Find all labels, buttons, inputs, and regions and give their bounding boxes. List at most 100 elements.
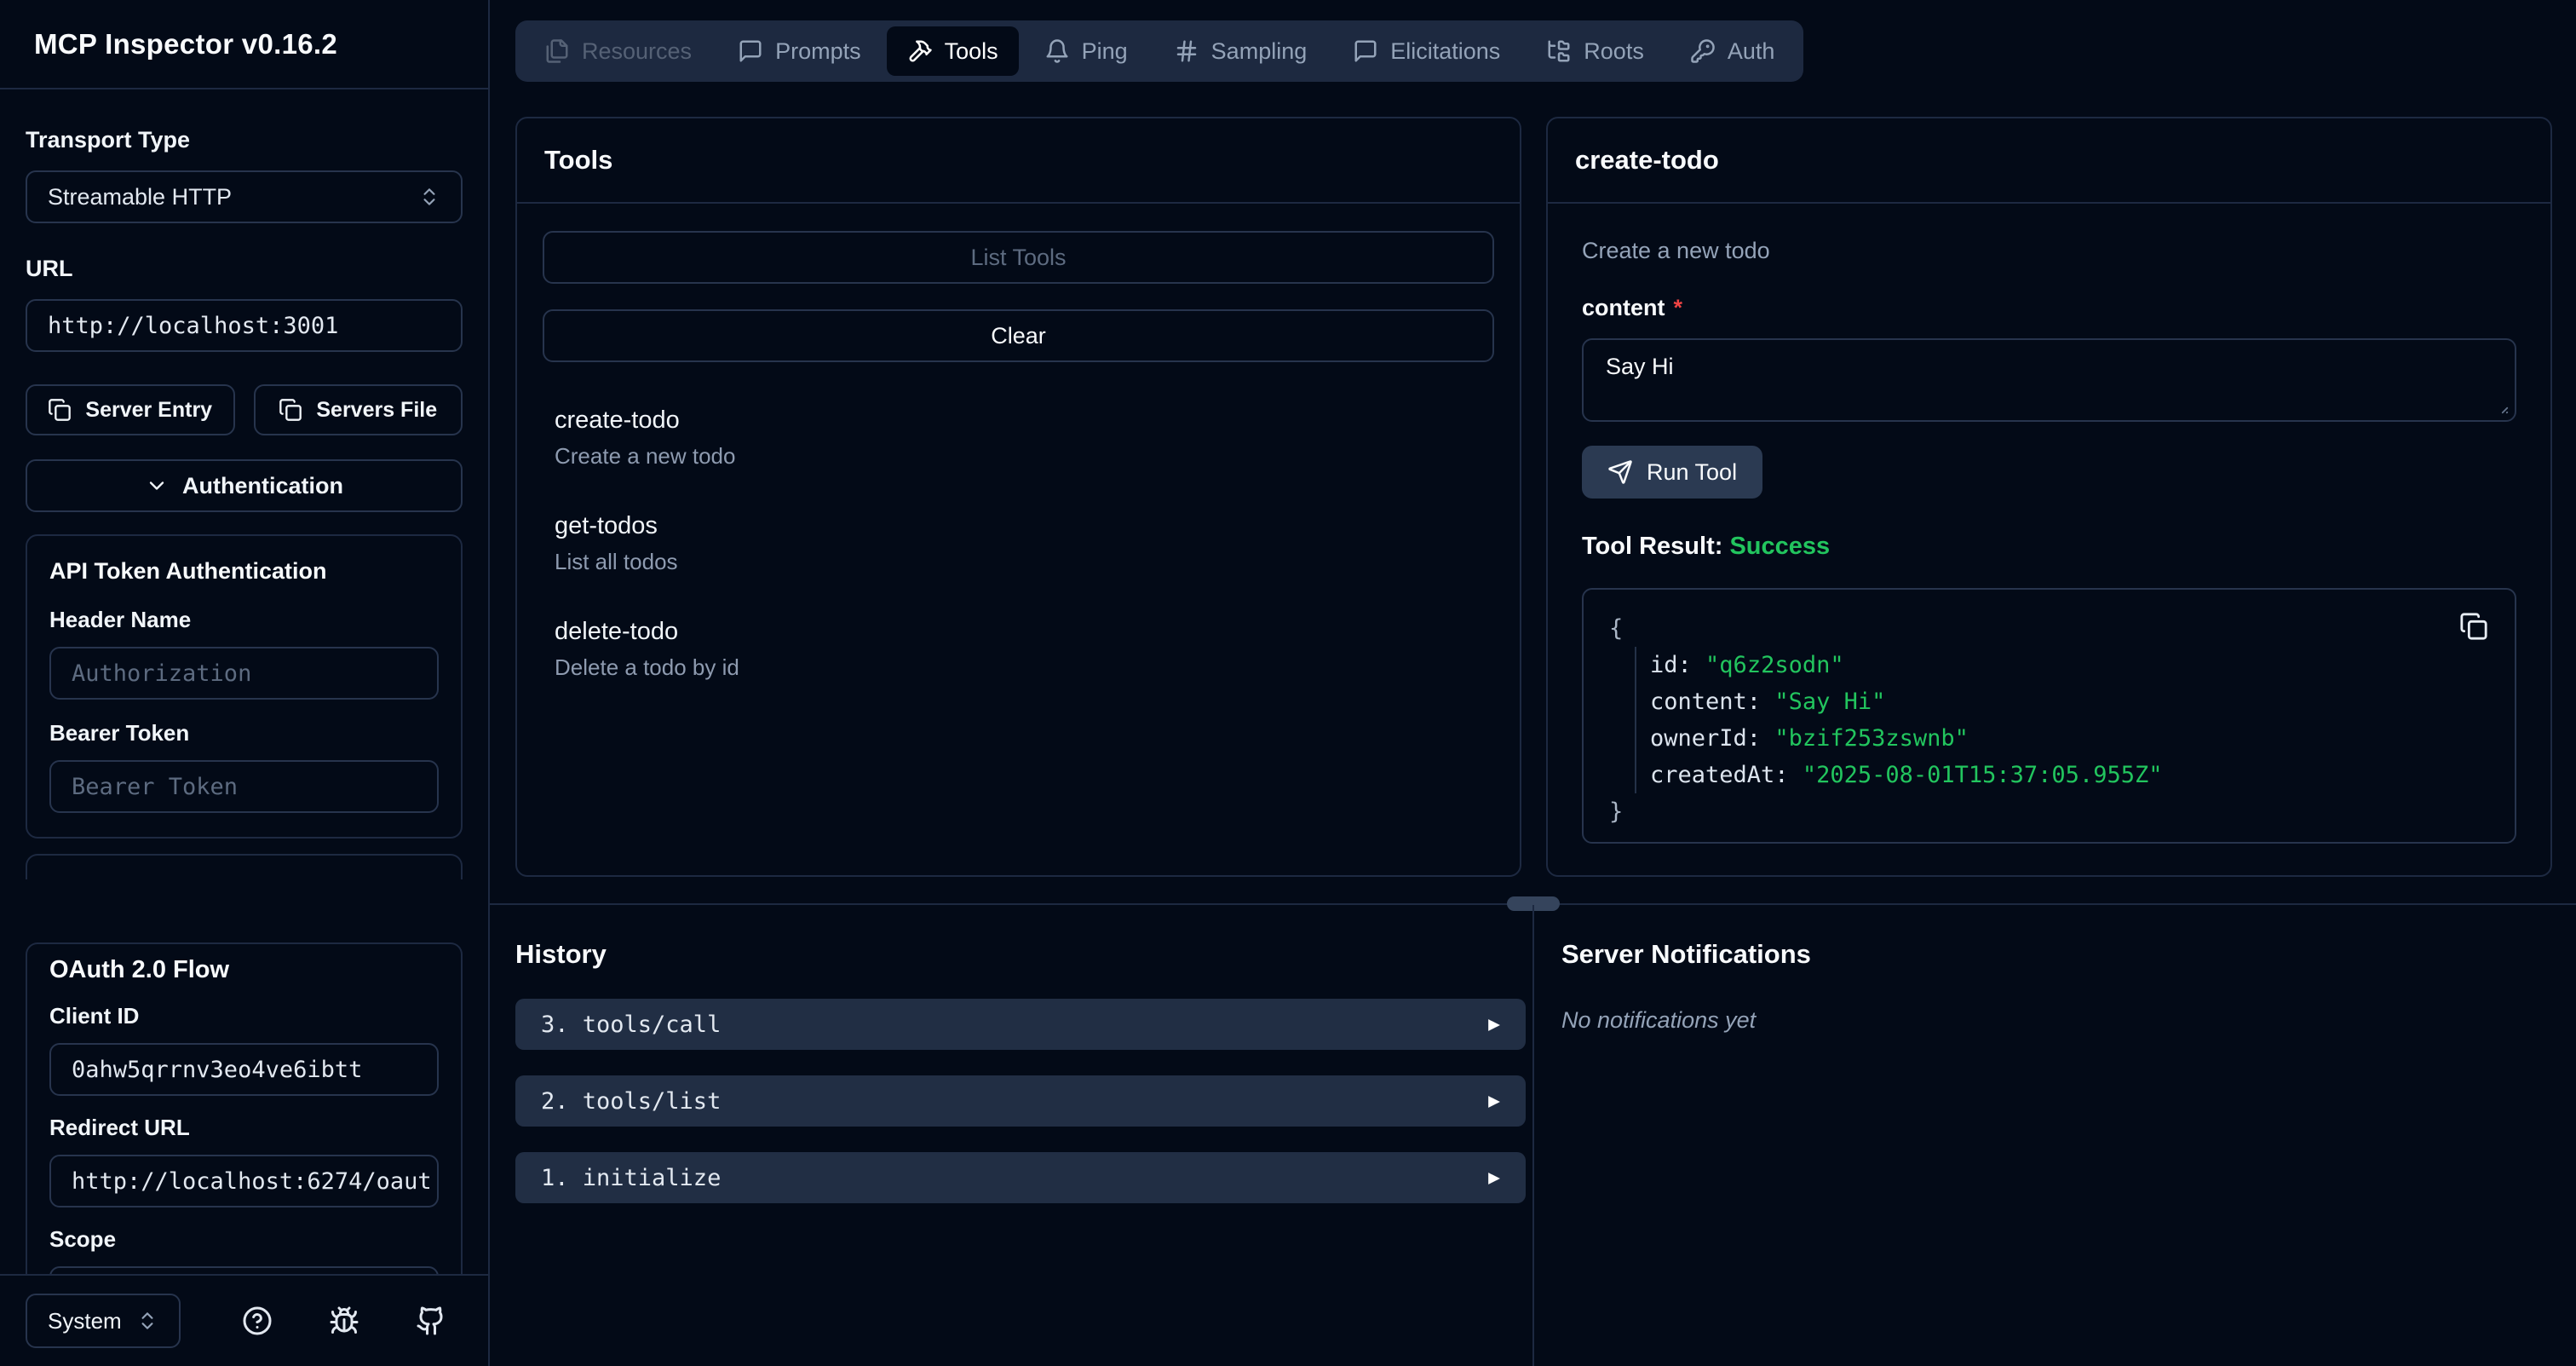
help-button[interactable] bbox=[242, 1305, 273, 1336]
json-key: content: bbox=[1650, 689, 1761, 715]
sidebar-header: MCP Inspector v0.16.2 bbox=[0, 0, 488, 89]
server-notifications-title: Server Notifications bbox=[1561, 939, 2576, 970]
tab-label: Auth bbox=[1728, 38, 1775, 65]
history-panel: History 3. tools/call ▶ 2. tools/list ▶ … bbox=[515, 905, 1526, 1203]
header-name-input[interactable] bbox=[49, 647, 439, 700]
authentication-toggle[interactable]: Authentication bbox=[26, 459, 463, 512]
json-entry: ownerId: "bzif253zswnb" bbox=[1650, 720, 2489, 757]
redirect-url-input[interactable] bbox=[49, 1155, 439, 1207]
tools-panel: Tools List Tools Clear create-todo Creat… bbox=[515, 117, 1521, 877]
theme-select[interactable]: System bbox=[26, 1294, 181, 1348]
servers-file-label: Servers File bbox=[316, 398, 437, 423]
api-token-auth-title: API Token Authentication bbox=[49, 558, 439, 585]
tab-label: Sampling bbox=[1211, 38, 1308, 65]
github-icon bbox=[416, 1305, 446, 1336]
tool-name: get-todos bbox=[555, 512, 1482, 540]
theme-select-value: System bbox=[48, 1308, 122, 1334]
sidebar-footer: System bbox=[0, 1274, 488, 1366]
authentication-toggle-label: Authentication bbox=[182, 473, 343, 499]
copy-icon bbox=[2459, 612, 2488, 641]
tab-label: Resources bbox=[582, 38, 692, 65]
json-close-brace: } bbox=[1609, 793, 2489, 830]
header-name-label: Header Name bbox=[49, 607, 439, 633]
github-button[interactable] bbox=[416, 1305, 446, 1336]
tab-bar: Resources Prompts Tools Ping Sampling El… bbox=[515, 20, 1803, 82]
history-item-initialize[interactable]: 1. initialize ▶ bbox=[515, 1152, 1526, 1203]
tab-tools[interactable]: Tools bbox=[887, 26, 1019, 76]
no-notifications-text: No notifications yet bbox=[1561, 1007, 2576, 1034]
list-tools-button[interactable]: List Tools bbox=[543, 231, 1494, 284]
copy-icon bbox=[48, 398, 72, 422]
vertical-splitter[interactable] bbox=[1532, 905, 1534, 1366]
transport-type-value: Streamable HTTP bbox=[48, 184, 232, 210]
clear-button[interactable]: Clear bbox=[543, 309, 1494, 362]
api-token-auth-card: API Token Authentication Header Name Bea… bbox=[26, 534, 463, 839]
hammer-icon bbox=[907, 38, 933, 64]
tool-result-status: Success bbox=[1729, 533, 1830, 560]
json-value: "q6z2sodn" bbox=[1705, 652, 1844, 678]
tab-auth[interactable]: Auth bbox=[1670, 26, 1796, 76]
client-id-label: Client ID bbox=[49, 1003, 439, 1029]
copy-result-button[interactable] bbox=[2457, 610, 2491, 644]
server-entry-button[interactable]: Server Entry bbox=[26, 384, 235, 435]
history-item-tools-list[interactable]: 2. tools/list ▶ bbox=[515, 1075, 1526, 1127]
tab-resources[interactable]: Resources bbox=[524, 26, 712, 76]
tab-sampling[interactable]: Sampling bbox=[1153, 26, 1328, 76]
json-value: "Say Hi" bbox=[1774, 689, 1885, 715]
scope-input[interactable] bbox=[49, 1266, 439, 1274]
history-item-tools-call[interactable]: 3. tools/call ▶ bbox=[515, 999, 1526, 1050]
expand-arrow-icon[interactable]: ▶ bbox=[1488, 1092, 1500, 1111]
tool-description: List all todos bbox=[555, 549, 1482, 575]
tool-name: delete-todo bbox=[555, 618, 1482, 646]
tab-roots[interactable]: Roots bbox=[1526, 26, 1665, 76]
server-entry-label: Server Entry bbox=[85, 398, 212, 423]
run-tool-button[interactable]: Run Tool bbox=[1582, 446, 1762, 499]
content-textarea[interactable]: Say Hi bbox=[1582, 338, 2516, 422]
server-notifications-panel: Server Notifications No notifications ye… bbox=[1561, 905, 2576, 1034]
expand-arrow-icon[interactable]: ▶ bbox=[1488, 1015, 1500, 1035]
tool-description: Create a new todo bbox=[555, 443, 1482, 470]
circle-help-icon bbox=[242, 1305, 273, 1336]
scope-label: Scope bbox=[49, 1226, 439, 1253]
sidebar-content: Transport Type Streamable HTTP URL Serve… bbox=[0, 91, 488, 1274]
chevron-down-icon bbox=[145, 474, 169, 498]
required-asterisk: * bbox=[1674, 295, 1683, 320]
main-area: Resources Prompts Tools Ping Sampling El… bbox=[490, 0, 2576, 1366]
resize-handle-icon[interactable] bbox=[2491, 396, 2510, 415]
history-item-label: 1. initialize bbox=[541, 1165, 721, 1191]
content-textarea-value: Say Hi bbox=[1606, 354, 1674, 379]
tool-list-item-get-todos[interactable]: get-todos List all todos bbox=[555, 512, 1482, 575]
debug-button[interactable] bbox=[329, 1305, 359, 1336]
tab-label: Tools bbox=[945, 38, 998, 65]
json-value: "2025-08-01T15:37:05.955Z" bbox=[1803, 762, 2163, 788]
servers-file-button[interactable]: Servers File bbox=[254, 384, 463, 435]
expand-arrow-icon[interactable]: ▶ bbox=[1488, 1168, 1500, 1188]
partially-scrolled-card bbox=[26, 854, 463, 879]
client-id-input[interactable] bbox=[49, 1043, 439, 1096]
folder-tree-icon bbox=[1546, 38, 1572, 64]
tab-label: Ping bbox=[1082, 38, 1128, 65]
copy-icon bbox=[279, 398, 302, 422]
hash-icon bbox=[1174, 38, 1199, 64]
tab-label: Roots bbox=[1584, 38, 1644, 65]
json-open-brace: { bbox=[1609, 610, 2489, 647]
json-key: id: bbox=[1650, 652, 1692, 678]
history-item-label: 3. tools/call bbox=[541, 1012, 721, 1038]
tab-prompts[interactable]: Prompts bbox=[717, 26, 882, 76]
tool-list-item-create-todo[interactable]: create-todo Create a new todo bbox=[555, 406, 1482, 470]
bearer-token-input[interactable] bbox=[49, 760, 439, 813]
sidebar: MCP Inspector v0.16.2 Transport Type Str… bbox=[0, 0, 490, 1366]
tab-label: Elicitations bbox=[1390, 38, 1500, 65]
tab-elicitations[interactable]: Elicitations bbox=[1332, 26, 1521, 76]
transport-type-select[interactable]: Streamable HTTP bbox=[26, 170, 463, 223]
run-tool-label: Run Tool bbox=[1647, 459, 1737, 486]
url-input[interactable] bbox=[26, 299, 463, 352]
message-square-icon bbox=[738, 38, 763, 64]
oauth-flow-title: OAuth 2.0 Flow bbox=[49, 956, 439, 984]
bell-icon bbox=[1044, 38, 1070, 64]
tab-ping[interactable]: Ping bbox=[1024, 26, 1148, 76]
tool-result-label: Tool Result: bbox=[1582, 533, 1722, 560]
key-icon bbox=[1690, 38, 1716, 64]
json-entry: createdAt: "2025-08-01T15:37:05.955Z" bbox=[1650, 757, 2489, 793]
tool-list-item-delete-todo[interactable]: delete-todo Delete a todo by id bbox=[555, 618, 1482, 681]
